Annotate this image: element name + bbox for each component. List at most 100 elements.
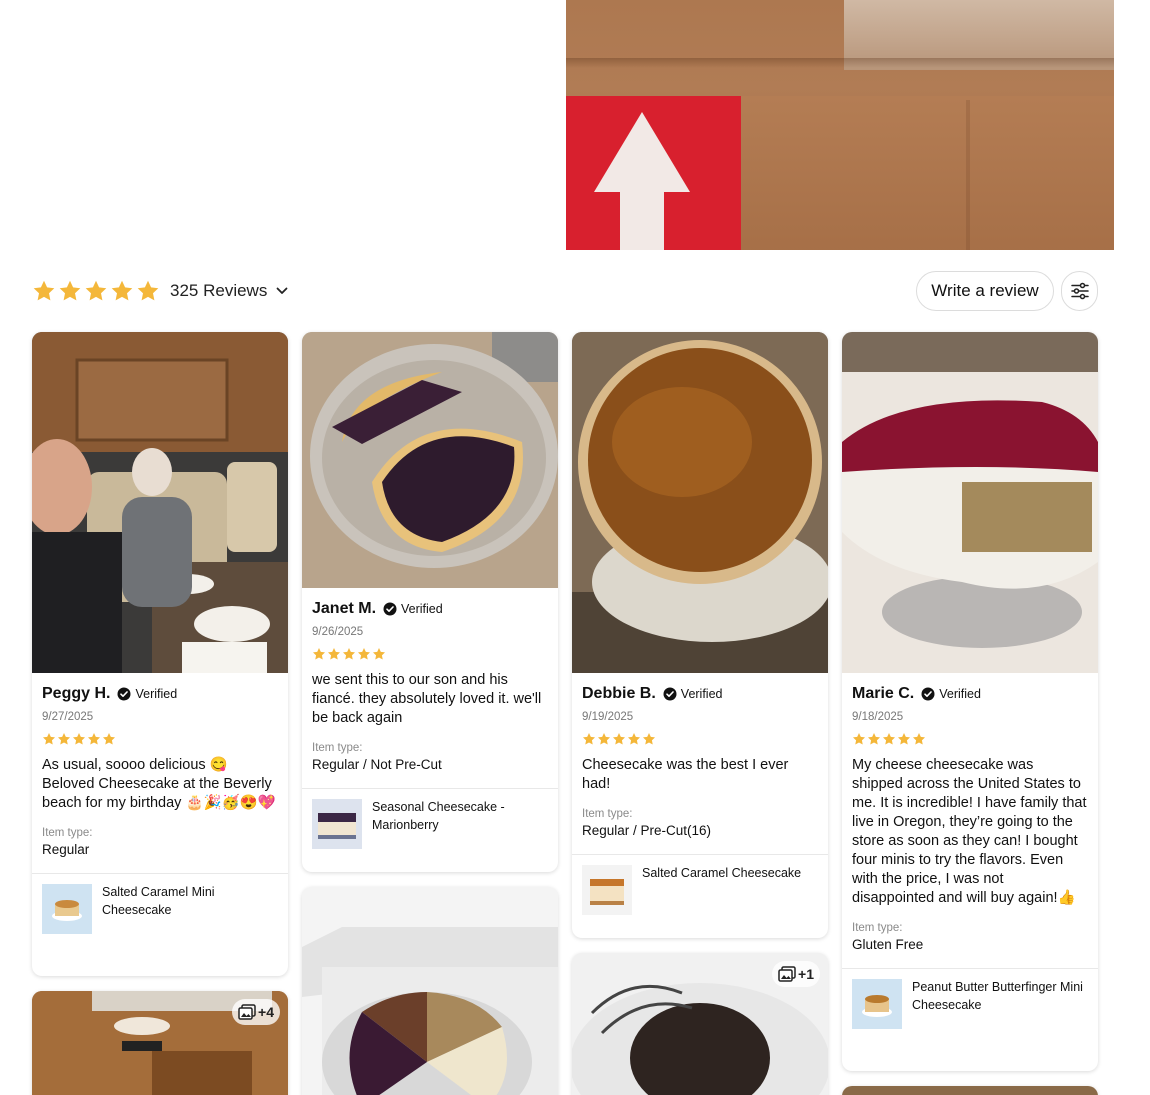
review-card[interactable]: Debbie B. Verified 9/19/2025 Cheesecake … [572, 332, 828, 938]
product-name: Seasonal Cheesecake - Marionberry [372, 800, 505, 832]
chevron-down-icon[interactable] [275, 284, 289, 298]
product-name: Salted Caramel Cheesecake [642, 866, 802, 880]
review-photo[interactable] [302, 887, 558, 1095]
star-icon [312, 648, 326, 660]
review-date: 9/18/2025 [852, 711, 904, 723]
star-icon [57, 733, 71, 745]
review-rating-stars [582, 732, 818, 746]
item-type-value: Regular / Pre-Cut(16) [582, 823, 712, 838]
star-icon [852, 733, 866, 745]
review-date: 9/19/2025 [582, 711, 634, 723]
verified-check-icon [383, 602, 397, 616]
star-icon [87, 733, 101, 745]
review-card[interactable]: +4 [32, 991, 288, 1095]
product-thumbnail [312, 799, 362, 849]
review-photo-image [302, 887, 558, 1095]
verified-badge: Verified [921, 687, 981, 701]
product-link[interactable]: Seasonal Cheesecake - Marionberry [302, 788, 558, 858]
review-photo[interactable] [302, 332, 558, 588]
star-icon [327, 648, 341, 660]
reviewer-name: Janet M. [312, 600, 377, 617]
filter-button[interactable] [1061, 271, 1098, 311]
verified-badge: Verified [117, 687, 177, 701]
item-type-value: Gluten Free [852, 937, 924, 952]
write-review-button[interactable]: Write a review [916, 271, 1054, 311]
reviewer-name: Marie C. [852, 685, 915, 702]
sliders-icon [1070, 282, 1089, 300]
reviews-count: 325 Reviews [170, 281, 268, 300]
review-photo[interactable]: +1 [572, 953, 828, 1095]
item-type-label: Item type: [582, 808, 633, 820]
star-icon [42, 733, 56, 745]
star-icon [897, 733, 911, 745]
product-thumbnail [582, 865, 632, 915]
star-icon [582, 733, 596, 745]
verified-check-icon [663, 687, 677, 701]
review-card[interactable]: Janet M. Verified 9/26/2025 we sent this… [302, 332, 558, 872]
review-photo[interactable]: +4 [32, 991, 288, 1095]
photos-icon [238, 1004, 256, 1020]
star-icon [372, 648, 386, 660]
item-type-label: Item type: [852, 922, 903, 934]
review-date: 9/27/2025 [42, 711, 94, 723]
average-rating-stars [32, 279, 160, 303]
review-card[interactable] [842, 1086, 1098, 1095]
review-rating-stars [312, 647, 548, 661]
product-link[interactable]: Salted Caramel Mini Cheesecake [32, 873, 288, 943]
product-thumbnail [852, 979, 902, 1029]
more-photos-badge[interactable]: +1 [772, 961, 820, 987]
shipping-box-photo [566, 0, 1114, 250]
reviews-summary[interactable]: 325 Reviews [32, 276, 289, 306]
star-icon [642, 733, 656, 745]
star-icon [342, 648, 356, 660]
review-rating-stars [852, 732, 1088, 746]
item-type-label: Item type: [42, 827, 93, 839]
product-name: Peanut Butter Butterfinger Mini Cheeseca… [912, 980, 1083, 1012]
product-link[interactable]: Salted Caramel Cheesecake [572, 854, 828, 924]
star-icon [85, 280, 107, 301]
star-icon [33, 280, 55, 301]
review-photo[interactable] [572, 332, 828, 673]
review-card[interactable]: Peggy H. Verified 9/27/2025 As usual, so… [32, 332, 288, 976]
review-photo[interactable] [842, 1086, 1098, 1095]
star-icon [357, 648, 371, 660]
reviewer-name: Debbie B. [582, 685, 656, 702]
review-photo[interactable] [842, 332, 1098, 673]
review-text: Cheesecake was the best I ever had! [582, 757, 789, 792]
verified-check-icon [921, 687, 935, 701]
star-icon [912, 733, 926, 745]
review-text: As usual, soooo delicious 😋 Beloved Chee… [42, 757, 276, 811]
product-name: Salted Caramel Mini Cheesecake [102, 885, 215, 917]
review-photo-image [302, 332, 558, 588]
product-link[interactable]: Peanut Butter Butterfinger Mini Cheeseca… [842, 968, 1098, 1038]
star-icon [111, 280, 133, 301]
review-card[interactable]: Marie C. Verified 9/18/2025 My cheese ch… [842, 332, 1098, 1071]
verified-badge: Verified [383, 602, 443, 616]
review-photo-image [842, 332, 1098, 673]
verified-badge: Verified [663, 687, 723, 701]
photos-icon [778, 966, 796, 982]
star-icon [612, 733, 626, 745]
review-text: My cheese cheesecake was shipped across … [852, 757, 1087, 906]
star-icon [597, 733, 611, 745]
star-icon [59, 280, 81, 301]
product-thumbnail [42, 884, 92, 934]
star-icon [102, 733, 116, 745]
item-type-value: Regular / Not Pre-Cut [312, 757, 442, 772]
star-icon [72, 733, 86, 745]
verified-check-icon [117, 687, 131, 701]
review-card[interactable]: +1 [572, 953, 828, 1095]
item-type-value: Regular [42, 842, 90, 857]
more-photos-badge[interactable]: +4 [232, 999, 280, 1025]
star-icon [867, 733, 881, 745]
item-type-label: Item type: [312, 742, 363, 754]
reviewer-name: Peggy H. [42, 685, 111, 702]
star-icon [882, 733, 896, 745]
review-photo-image [32, 332, 288, 673]
review-photo[interactable] [32, 332, 288, 673]
review-text: we sent this to our son and his fiancé. … [312, 672, 542, 726]
review-photo-image [572, 332, 828, 673]
review-card[interactable] [302, 887, 558, 1095]
star-icon [627, 733, 641, 745]
star-icon [137, 280, 159, 301]
